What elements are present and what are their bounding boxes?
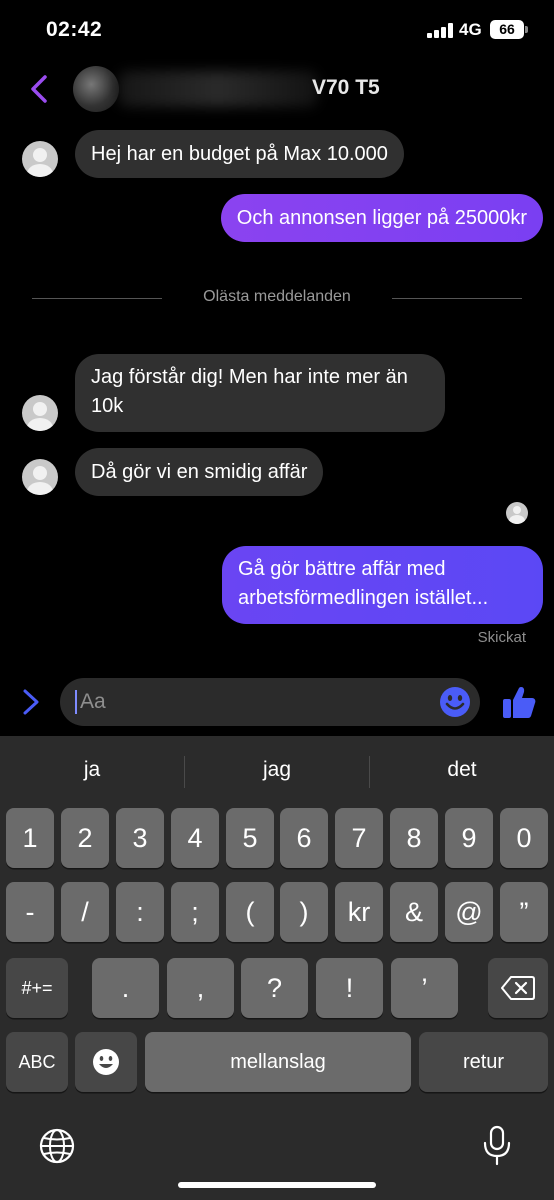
key-question[interactable]: ? <box>241 958 308 1018</box>
message-bubble-incoming[interactable]: Då gör vi en smidig affär <box>75 448 324 496</box>
message-text: Hej har en budget på Max 10.000 <box>91 143 388 165</box>
emoji-keyboard-key[interactable] <box>75 1032 137 1092</box>
key-close-paren[interactable]: ) <box>280 882 328 942</box>
key-7[interactable]: 7 <box>335 808 383 868</box>
key-semicolon[interactable]: ; <box>171 882 219 942</box>
message-bubble-incoming[interactable]: Hej har en budget på Max 10.000 <box>75 130 404 178</box>
battery-level: 66 <box>499 21 515 37</box>
battery-icon: 66 <box>490 20 524 39</box>
key-slash[interactable]: / <box>61 882 109 942</box>
return-key[interactable]: retur <box>419 1032 548 1092</box>
key-0[interactable]: 0 <box>500 808 548 868</box>
delivery-status: Skickat <box>477 629 526 646</box>
like-button[interactable] <box>500 683 538 721</box>
emoji-button[interactable] <box>438 685 472 719</box>
message-bubble-incoming[interactable]: Jag förstår dig! Men har inte mer än 10k <box>75 354 445 432</box>
space-key[interactable]: mellanslag <box>145 1032 411 1092</box>
sender-avatar[interactable] <box>22 395 58 431</box>
microphone-button[interactable] <box>482 1125 512 1167</box>
keyboard: ja jag det 1 2 3 4 5 6 7 8 9 0 - / : ; (… <box>0 736 554 1200</box>
seen-avatar <box>506 502 528 524</box>
key-kr[interactable]: kr <box>335 882 383 942</box>
status-bar: 02:42 4G 66 <box>0 0 554 60</box>
status-time: 02:42 <box>46 18 103 41</box>
emoji-icon <box>440 687 470 717</box>
backspace-icon <box>501 976 535 1000</box>
message-text: Och annonsen ligger på 25000kr <box>236 207 527 229</box>
key-colon[interactable]: : <box>116 882 164 942</box>
message-input-container[interactable] <box>60 678 480 726</box>
expand-button[interactable] <box>18 686 44 718</box>
battery-tip <box>525 26 528 33</box>
message-bubble-outgoing[interactable]: Gå gör bättre affär med arbetsförmedling… <box>222 546 543 624</box>
key-ampersand[interactable]: & <box>390 882 438 942</box>
contact-name-redacted <box>118 71 318 107</box>
suggestion-item[interactable]: ja <box>0 758 184 782</box>
key-1[interactable]: 1 <box>6 808 54 868</box>
symbols-key[interactable]: #+= <box>6 958 68 1018</box>
contact-name[interactable]: V70 T5 <box>312 76 380 100</box>
message-bubble-outgoing[interactable]: Och annonsen ligger på 25000kr <box>220 194 543 242</box>
home-indicator[interactable] <box>178 1182 376 1188</box>
expand-icon <box>23 689 39 715</box>
text-caret <box>75 690 77 714</box>
message-text: Gå gör bättre affär med arbetsförmedling… <box>238 558 489 609</box>
divider-line-right <box>392 298 522 299</box>
key-apostrophe[interactable]: ’ <box>391 958 458 1018</box>
like-icon <box>503 687 536 718</box>
key-8[interactable]: 8 <box>390 808 438 868</box>
message-text: Jag förstår dig! Men har inte mer än 10k <box>91 366 408 417</box>
suggestion-item[interactable]: det <box>370 758 554 782</box>
key-comma[interactable]: , <box>167 958 234 1018</box>
key-period[interactable]: . <box>92 958 159 1018</box>
key-2[interactable]: 2 <box>61 808 109 868</box>
key-5[interactable]: 5 <box>226 808 274 868</box>
contact-avatar[interactable] <box>73 66 119 112</box>
key-4[interactable]: 4 <box>171 808 219 868</box>
back-icon <box>31 75 47 103</box>
chat-header: V70 T5 <box>0 58 554 120</box>
sender-avatar[interactable] <box>22 459 58 495</box>
emoji-keyboard-icon <box>93 1049 119 1075</box>
key-at[interactable]: @ <box>445 882 493 942</box>
globe-icon <box>39 1128 75 1164</box>
back-button[interactable] <box>24 72 54 106</box>
key-dash[interactable]: - <box>6 882 54 942</box>
key-quote[interactable]: ” <box>500 882 548 942</box>
key-open-paren[interactable]: ( <box>226 882 274 942</box>
abc-key[interactable]: ABC <box>6 1032 68 1092</box>
suggestion-item[interactable]: jag <box>185 758 369 782</box>
key-6[interactable]: 6 <box>280 808 328 868</box>
suggestion-bar: ja jag det <box>0 736 554 806</box>
backspace-key[interactable] <box>488 958 548 1018</box>
globe-button[interactable] <box>38 1127 76 1165</box>
network-type: 4G <box>459 20 482 39</box>
key-9[interactable]: 9 <box>445 808 493 868</box>
key-exclamation[interactable]: ! <box>316 958 383 1018</box>
unread-divider: Olästa meddelanden <box>203 288 351 305</box>
microphone-icon <box>483 1125 511 1166</box>
key-3[interactable]: 3 <box>116 808 164 868</box>
message-text: Då gör vi en smidig affär <box>91 461 308 483</box>
message-input[interactable] <box>80 686 420 718</box>
sender-avatar[interactable] <box>22 141 58 177</box>
signal-icon <box>427 22 453 38</box>
